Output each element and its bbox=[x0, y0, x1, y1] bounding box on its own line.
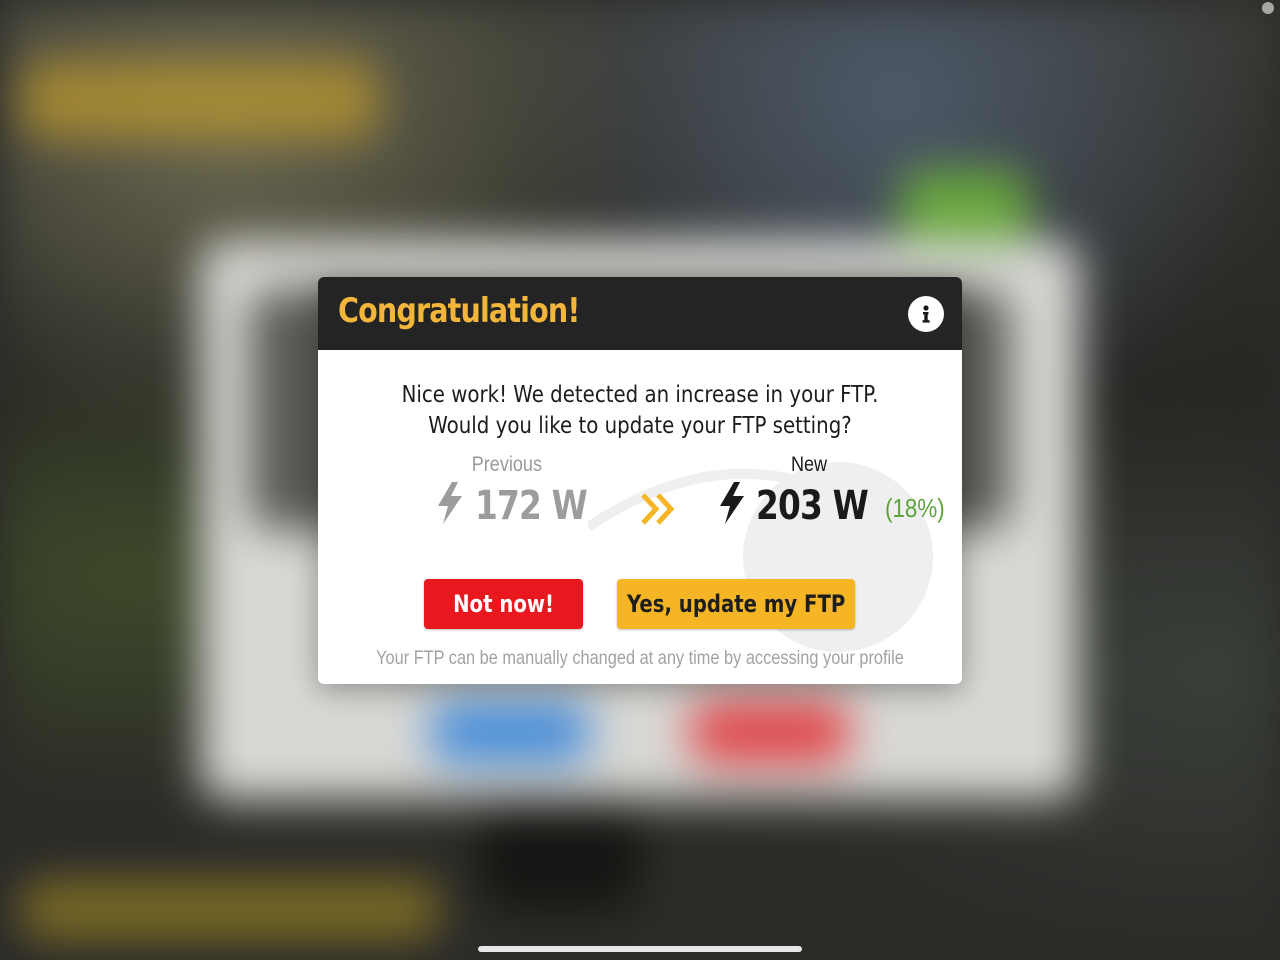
not-now-button-label: Not now! bbox=[453, 590, 554, 618]
message-line: Would you like to update your FTP settin… bbox=[428, 413, 852, 439]
update-ftp-button-label: Yes, update my FTP bbox=[626, 590, 846, 618]
not-now-button[interactable]: Not now! bbox=[424, 579, 583, 629]
update-ftp-button[interactable]: Yes, update my FTP bbox=[617, 579, 855, 629]
background-shape bbox=[480, 800, 640, 910]
background-button bbox=[690, 700, 850, 764]
background-shape bbox=[20, 60, 380, 140]
status-dot bbox=[1262, 2, 1274, 14]
ftp-update-dialog: Congratulation! Nice work! We detected a… bbox=[318, 277, 962, 684]
new-ftp-value: 203 W bbox=[756, 483, 869, 529]
ftp-change-percent: (18%) bbox=[885, 493, 945, 523]
message-line: Nice work! We detected an increase in yo… bbox=[401, 382, 879, 408]
background-shape bbox=[20, 880, 440, 940]
dialog-title: Congratulation! bbox=[338, 291, 580, 331]
dialog-header: Congratulation! bbox=[318, 277, 962, 350]
previous-label: Previous bbox=[471, 453, 542, 476]
new-label: New bbox=[790, 453, 828, 476]
dialog-message: Nice work! We detected an increase in yo… bbox=[363, 380, 917, 442]
lightning-bolt-icon bbox=[720, 482, 744, 524]
home-indicator[interactable] bbox=[478, 946, 802, 952]
info-icon[interactable] bbox=[908, 296, 944, 332]
watermark-logo bbox=[588, 462, 933, 652]
double-chevron-right-icon bbox=[641, 493, 675, 525]
footnote: Your FTP can be manually changed at any … bbox=[376, 648, 904, 669]
lightning-bolt-icon bbox=[438, 482, 462, 524]
background-button bbox=[430, 700, 590, 764]
info-glyph bbox=[922, 305, 930, 323]
previous-ftp-value: 172 W bbox=[475, 483, 588, 529]
